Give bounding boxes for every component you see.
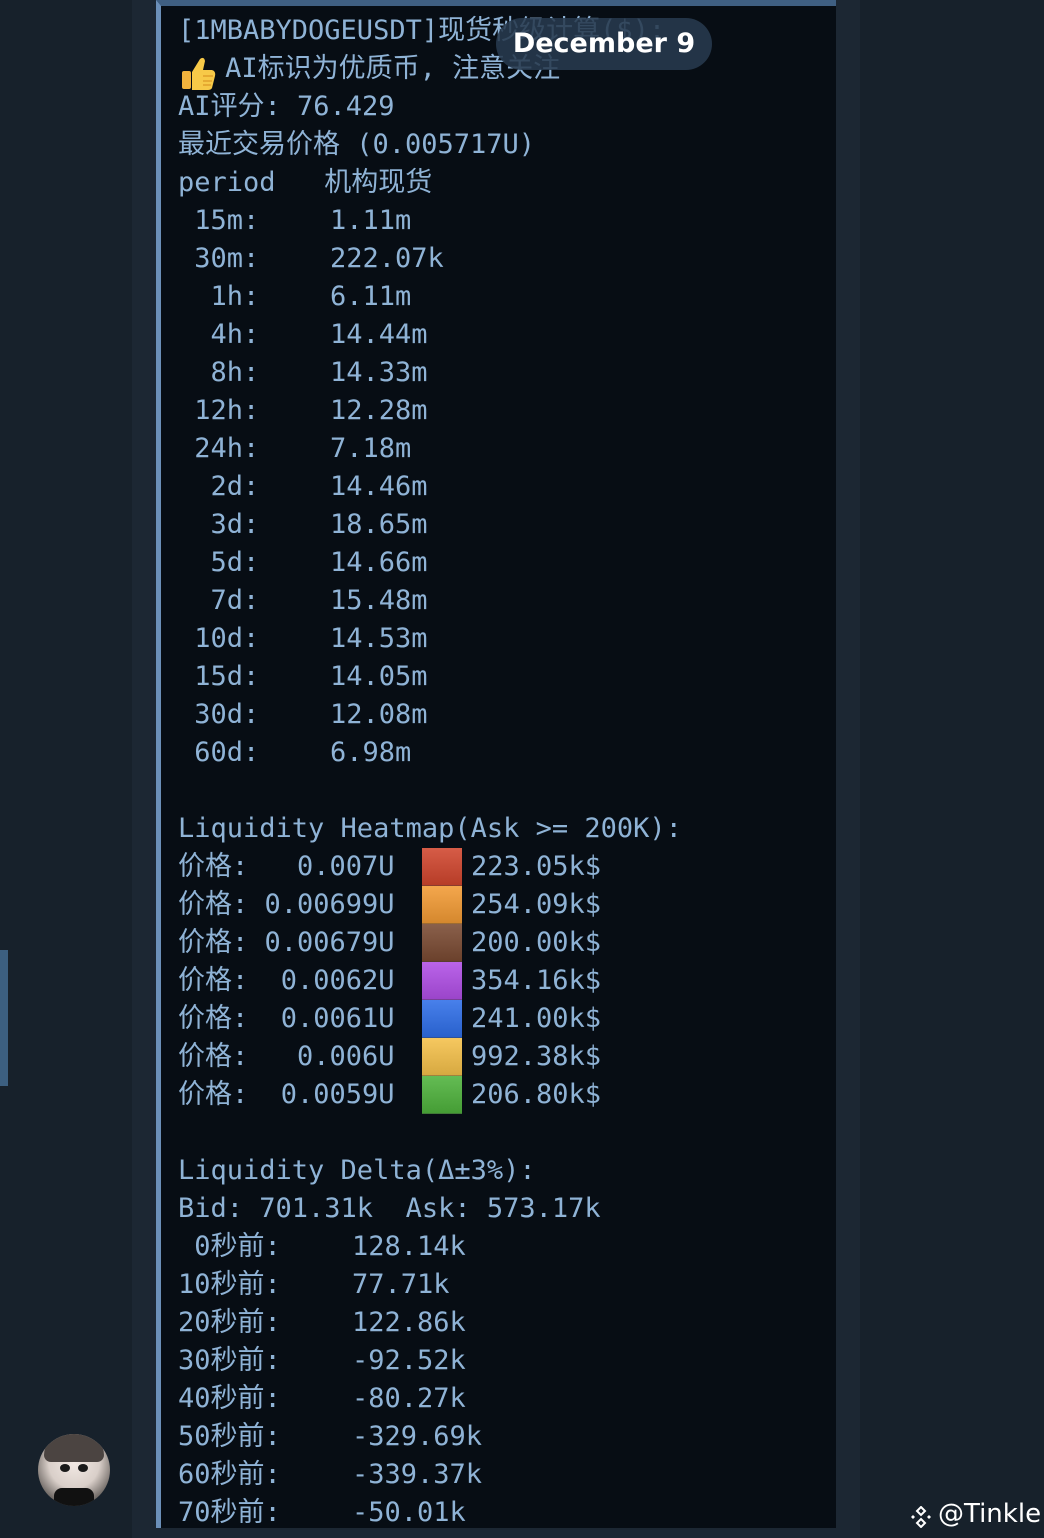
- period-value: 14.05m: [330, 661, 428, 692]
- period-label: 60d:: [178, 737, 260, 768]
- heatmap-price: 价格: 0.006U: [178, 1041, 395, 1072]
- period-value: 6.98m: [330, 737, 412, 768]
- heatmap-price: 价格: 0.00699U: [178, 889, 395, 920]
- heatmap-price: 价格: 0.007U: [178, 851, 395, 882]
- delta-label: 0秒前:: [178, 1231, 281, 1262]
- period-label: 8h:: [178, 357, 260, 388]
- heatmap-swatch: [422, 1076, 462, 1114]
- period-value: 12.08m: [330, 699, 428, 730]
- period-value: 6.11m: [330, 281, 412, 312]
- period-value: 12.28m: [330, 395, 428, 426]
- period-value: 14.44m: [330, 319, 428, 350]
- heatmap-amount: 241.00k$: [471, 1003, 602, 1034]
- period-value: 14.46m: [330, 471, 428, 502]
- heatmap-swatch: [422, 848, 462, 886]
- period-label: 12h:: [178, 395, 260, 426]
- period-label: 30m:: [178, 243, 260, 274]
- heatmap-amount: 223.05k$: [471, 851, 602, 882]
- period-label: 15d:: [178, 661, 260, 692]
- binance-logo-icon: [910, 1502, 932, 1528]
- period-value: 18.65m: [330, 509, 428, 540]
- delta-label: 40秒前:: [178, 1383, 281, 1414]
- heatmap-swatch: [422, 886, 462, 924]
- period-header: period 机构现货: [178, 167, 433, 198]
- delta-label: 50秒前:: [178, 1421, 281, 1452]
- delta-title: Liquidity Delta(Δ±3%):: [178, 1155, 536, 1186]
- delta-label: 70秒前:: [178, 1497, 281, 1528]
- period-label: 7d:: [178, 585, 260, 616]
- delta-value: -329.69k: [352, 1421, 483, 1452]
- delta-value: 122.86k: [352, 1307, 466, 1338]
- heatmap-title: Liquidity Heatmap(Ask >= 200K):: [178, 813, 682, 844]
- period-label: 1h:: [178, 281, 260, 312]
- ai-score: AI评分: 76.429: [178, 91, 395, 122]
- period-value: 1.11m: [330, 205, 412, 236]
- delta-value: -80.27k: [352, 1383, 466, 1414]
- thumbs-up-icon: [178, 55, 218, 91]
- right-panel: [860, 0, 1044, 1538]
- delta-label: 30秒前:: [178, 1345, 281, 1376]
- period-value: 222.07k: [330, 243, 444, 274]
- delta-value: -339.37k: [352, 1459, 483, 1490]
- heatmap-swatch: [422, 962, 462, 1000]
- watermark: @Tinkle: [910, 1496, 1041, 1532]
- heatmap-price: 价格: 0.0061U: [178, 1003, 395, 1034]
- scroll-indicator[interactable]: [0, 950, 8, 1086]
- chat-list-panel: [0, 0, 132, 1538]
- delta-label: 60秒前:: [178, 1459, 281, 1490]
- heatmap-price: 价格: 0.0059U: [178, 1079, 395, 1110]
- delta-label: 20秒前:: [178, 1307, 281, 1338]
- heatmap-amount: 200.00k$: [471, 927, 602, 958]
- delta-label: 10秒前:: [178, 1269, 281, 1300]
- period-label: 5d:: [178, 547, 260, 578]
- period-label: 4h:: [178, 319, 260, 350]
- heatmap-amount: 992.38k$: [471, 1041, 602, 1072]
- period-value: 14.33m: [330, 357, 428, 388]
- period-value: 14.66m: [330, 547, 428, 578]
- period-label: 24h:: [178, 433, 260, 464]
- last-price: 最近交易价格 (0.005717U): [178, 129, 536, 160]
- heatmap-price: 价格: 0.00679U: [178, 927, 395, 958]
- period-value: 14.53m: [330, 623, 428, 654]
- heatmap-amount: 354.16k$: [471, 965, 602, 996]
- delta-value: -92.52k: [352, 1345, 466, 1376]
- period-label: 30d:: [178, 699, 260, 730]
- heatmap-amount: 206.80k$: [471, 1079, 602, 1110]
- heatmap-swatch: [422, 1000, 462, 1038]
- period-label: 10d:: [178, 623, 260, 654]
- period-value: 7.18m: [330, 433, 412, 464]
- heatmap-swatch: [422, 1038, 462, 1076]
- delta-value: 77.71k: [352, 1269, 450, 1300]
- period-label: 15m:: [178, 205, 260, 236]
- chat-screen: [1MBABYDOGEUSDT]现货秒级计算($): AI标识为优质币, 注意关…: [0, 0, 1044, 1538]
- heatmap-swatch: [422, 924, 462, 962]
- heatmap-price: 价格: 0.0062U: [178, 965, 395, 996]
- date-pill: December 9: [496, 18, 712, 70]
- heatmap-amount: 254.09k$: [471, 889, 602, 920]
- watermark-text: @Tinkle: [938, 1499, 1042, 1529]
- avatar[interactable]: [38, 1434, 110, 1506]
- period-label: 3d:: [178, 509, 260, 540]
- period-label: 2d:: [178, 471, 260, 502]
- period-value: 15.48m: [330, 585, 428, 616]
- delta-value: -50.01k: [352, 1497, 466, 1528]
- delta-value: 128.14k: [352, 1231, 466, 1262]
- delta-summary: Bid: 701.31k Ask: 573.17k: [178, 1193, 601, 1224]
